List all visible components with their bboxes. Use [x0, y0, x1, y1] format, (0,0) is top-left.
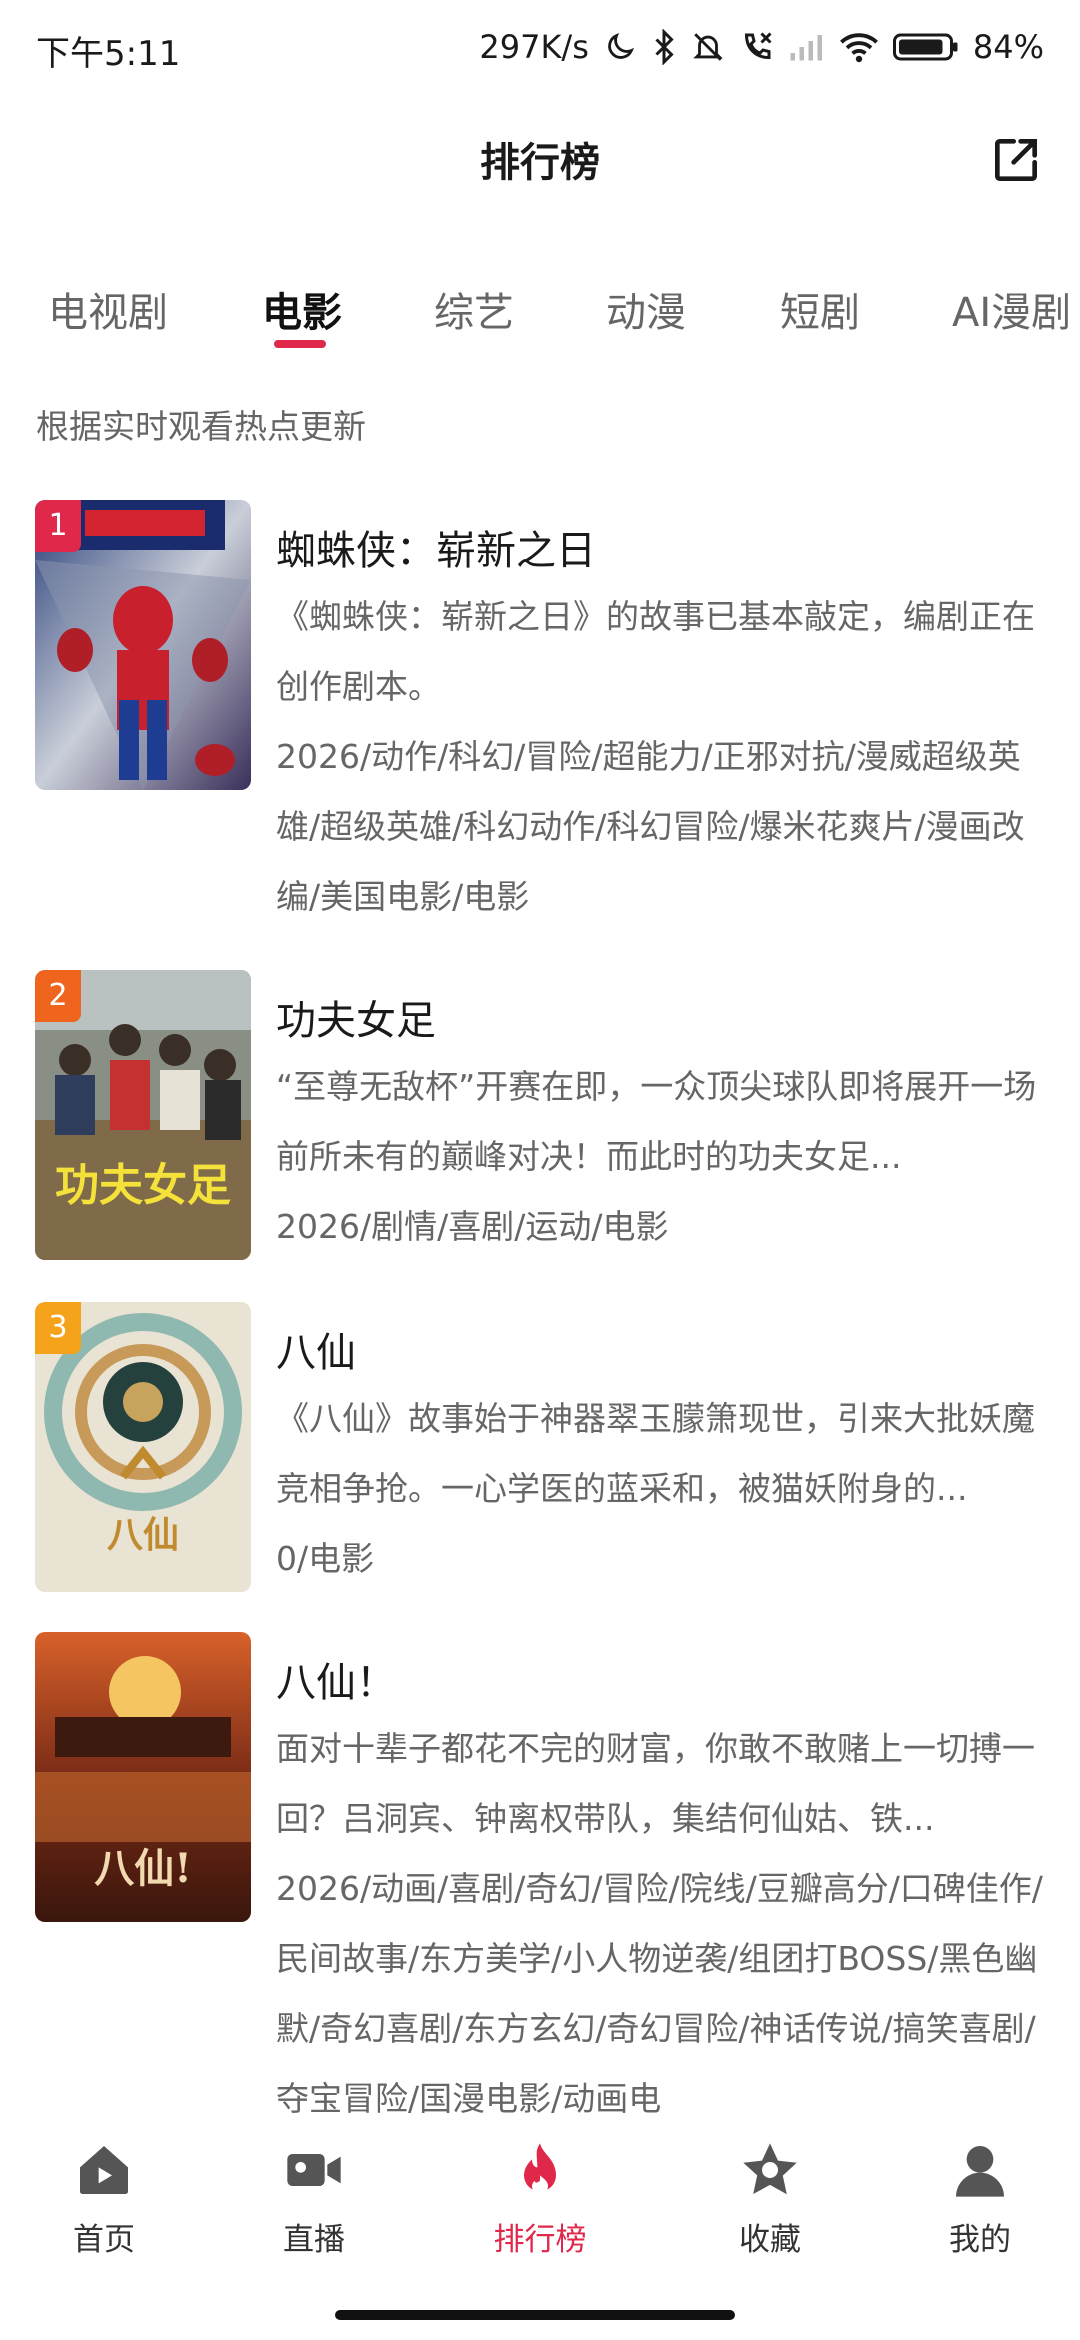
item-tags: 0/电影	[276, 1539, 375, 1578]
item-description: 面对十辈子都花不完的财富，你敢不敢赌上一切搏一回？吕洞宾、钟离权带队，集结何仙姑…	[276, 1729, 1035, 1838]
item-tags: 2026/动画/喜剧/奇幻/冒险/院线/豆瓣高分/口碑佳作/民间故事/东方美学/…	[276, 1869, 1043, 2118]
nav-label: 直播	[283, 2222, 345, 2258]
svg-text:八仙: 八仙	[107, 1514, 179, 1556]
tab-tv-series[interactable]: 电视剧	[48, 280, 168, 338]
tab-variety[interactable]: 综艺	[434, 280, 514, 338]
item-tags: 2026/剧情/喜剧/运动/电影	[276, 1207, 669, 1246]
item-title: 功夫女足	[276, 998, 436, 1044]
item-tags: 2026/动作/科幻/冒险/超能力/正邪对抗/漫威超级英雄/超级英雄/科幻动作/…	[276, 737, 1025, 916]
rank-badge: 3	[35, 1302, 81, 1354]
item-title: 八仙！	[276, 1660, 396, 1706]
nav-label: 收藏	[739, 2222, 801, 2258]
star-icon	[743, 2143, 797, 2195]
rank-badge: 2	[35, 970, 81, 1022]
poster-image[interactable]: 八仙 3	[35, 1302, 251, 1592]
update-note: 根据实时观看热点更新	[36, 407, 366, 446]
status-icons: 297K/s 84%	[479, 22, 1044, 72]
item-description: 《蜘蛛侠：崭新之日》的故事已基本敲定，编剧正在创作剧本。	[276, 597, 1035, 706]
user-icon	[956, 2146, 1004, 2197]
share-icon[interactable]	[988, 132, 1044, 188]
poster-image[interactable]: 八仙!	[35, 1632, 251, 1922]
status-time: 下午5:11	[36, 34, 181, 74]
status-bar: 下午5:11 297K/s 84%	[0, 0, 1080, 100]
item-title: 蜘蛛侠：崭新之日	[276, 528, 596, 574]
bottom-navigation: 首页 直播 排行榜 收藏 我的	[0, 2120, 1080, 2280]
tab-ai-comic[interactable]: AI漫剧	[952, 280, 1071, 338]
flame-icon	[524, 2143, 556, 2194]
wifi-icon	[839, 33, 878, 63]
rank-badge: 1	[35, 500, 81, 552]
battery-icon	[892, 33, 958, 61]
video-camera-icon	[287, 2154, 341, 2186]
nav-label: 排行榜	[493, 2222, 587, 2258]
item-title: 八仙	[276, 1330, 356, 1376]
list-item[interactable]: 八仙! 八仙！ 面对十辈子都花不完的财富，你敢不敢赌上一切搏一回？吕洞宾、钟离权…	[0, 1632, 1080, 2120]
item-description: “至尊无敌杯”开赛在即，一众顶尖球队即将展开一场前所未有的巅峰对决！而此时的功夫…	[276, 1067, 1037, 1176]
battery-level: 84%	[972, 28, 1044, 66]
nav-ranking[interactable]: 排行榜	[460, 2138, 620, 2259]
tab-anime[interactable]: 动漫	[606, 280, 686, 338]
page-title: 排行榜	[480, 140, 600, 186]
nav-home[interactable]: 首页	[24, 2138, 184, 2259]
mute-icon	[693, 33, 723, 61]
tab-movie[interactable]: 电影	[262, 280, 342, 338]
home-indicator	[335, 2310, 735, 2320]
poster-image[interactable]: 1	[35, 500, 251, 790]
tab-active-indicator	[274, 340, 326, 348]
poster-image[interactable]: 功夫女足 2	[35, 970, 251, 1260]
nav-favorites[interactable]: 收藏	[690, 2138, 850, 2259]
bluetooth-icon	[655, 29, 674, 65]
category-tabs: 电视剧 电影 综艺 动漫 短剧 AI漫剧	[0, 270, 1080, 360]
nav-label: 首页	[73, 2222, 135, 2258]
nav-live[interactable]: 直播	[234, 2138, 394, 2259]
header: 排行榜	[0, 100, 1080, 220]
nav-profile[interactable]: 我的	[900, 2138, 1060, 2259]
svg-text:功夫女足: 功夫女足	[55, 1160, 231, 1211]
tab-short-drama[interactable]: 短剧	[780, 280, 860, 338]
network-speed: 297K/s	[479, 28, 589, 66]
nav-label: 我的	[949, 2222, 1011, 2258]
call-icon	[744, 32, 772, 60]
item-description: 《八仙》故事始于神器翠玉朦箫现世，引来大批妖魔竞相争抢。一心学医的蓝采和，被猫妖…	[276, 1399, 1035, 1508]
moon-icon	[608, 32, 634, 59]
svg-text:八仙!: 八仙!	[94, 1845, 192, 1892]
signal-icon	[790, 35, 822, 61]
home-icon	[80, 2146, 128, 2194]
